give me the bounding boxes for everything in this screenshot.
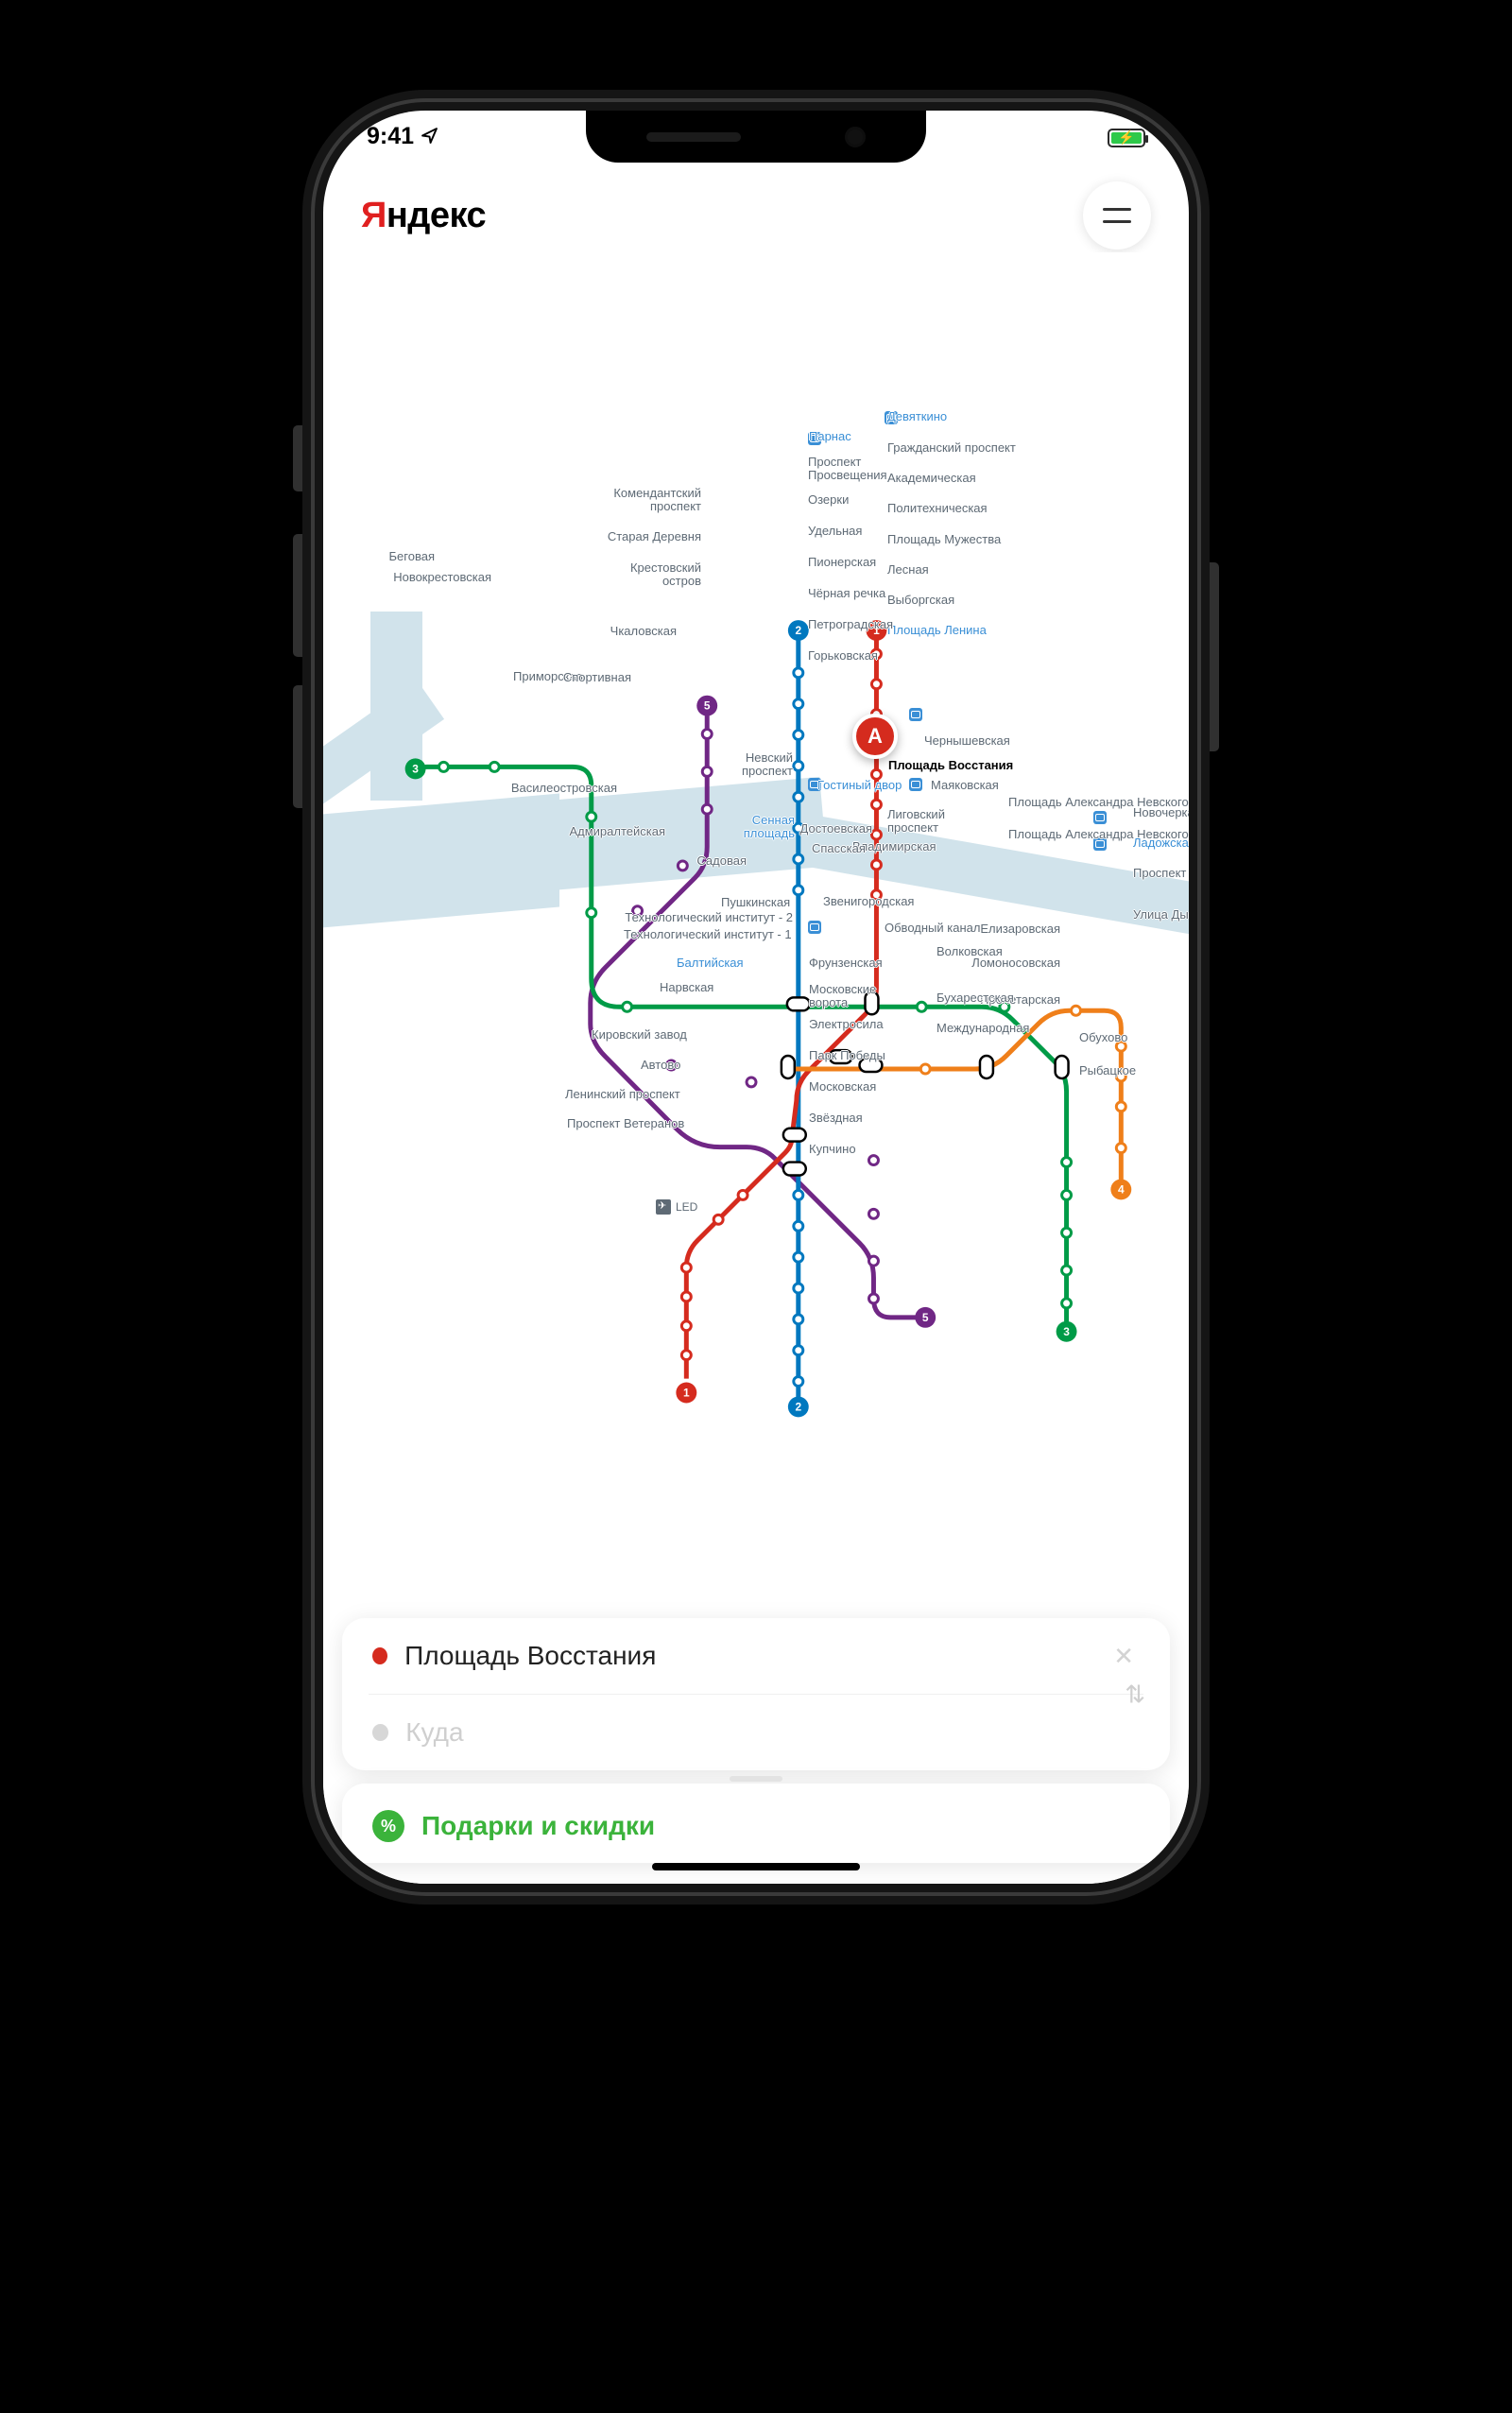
station-label[interactable]: Площадь Ленина <box>887 624 987 637</box>
battery-icon <box>1108 129 1145 147</box>
station-label[interactable]: Старая Деревня <box>608 530 701 543</box>
station-label[interactable]: Технологический институт - 2 <box>625 911 793 924</box>
percent-icon: % <box>372 1810 404 1842</box>
station-label[interactable]: Московские ворота <box>809 983 885 1010</box>
swap-button[interactable]: ⇅ <box>1125 1680 1145 1709</box>
station-label[interactable]: Чернышевская <box>924 734 1010 748</box>
station-label[interactable]: Звенигородская <box>823 895 914 908</box>
station-label[interactable]: Невский проспект <box>736 751 793 779</box>
phone-screen: 9:41 Яндекс <box>323 111 1189 1884</box>
station-label-selected[interactable]: Площадь Восстания <box>888 759 1013 772</box>
svg-text:3: 3 <box>412 762 419 775</box>
station-label[interactable]: Парнас <box>809 430 851 443</box>
home-indicator[interactable] <box>652 1863 860 1870</box>
route-card: ✕ ⇅ <box>342 1618 1170 1770</box>
station-label[interactable]: Пушкинская <box>721 896 790 909</box>
svg-text:5: 5 <box>704 699 711 713</box>
station-label[interactable]: Маяковская <box>931 779 999 792</box>
station-label[interactable]: Чёрная речка <box>808 587 885 600</box>
clear-button[interactable]: ✕ <box>1108 1642 1140 1671</box>
svg-text:3: 3 <box>1063 1325 1070 1338</box>
station-label[interactable]: Новочеркасская <box>1133 806 1189 819</box>
station-label[interactable]: Выборгская <box>887 594 954 607</box>
svg-text:2: 2 <box>795 1400 801 1413</box>
station-label[interactable]: Достоевская <box>800 822 872 836</box>
phone-notch <box>586 111 926 163</box>
airport-label: LED <box>656 1199 697 1215</box>
station-label[interactable]: Обводный канал <box>885 922 980 935</box>
station-label[interactable]: Фрунзенская <box>809 957 883 970</box>
station-label[interactable]: Рыбацкое <box>1079 1064 1136 1077</box>
station-label[interactable]: Проспект Бо <box>1133 867 1189 880</box>
app-header: Яндекс <box>323 181 1189 250</box>
to-input[interactable] <box>405 1717 1140 1748</box>
station-label[interactable]: Елизаровская <box>980 922 1060 936</box>
station-label[interactable]: Московская <box>809 1080 876 1094</box>
route-row-to[interactable] <box>369 1694 1143 1770</box>
station-label[interactable]: Чкаловская <box>610 625 677 638</box>
station-label[interactable]: Лиговский проспект <box>887 808 954 836</box>
station-label[interactable]: Лесная <box>887 563 929 577</box>
station-label[interactable]: Купчино <box>809 1143 856 1156</box>
station-label[interactable]: Спасская <box>812 842 866 855</box>
station-label[interactable]: Спортивная <box>563 671 631 684</box>
station-label[interactable]: Автово <box>641 1059 680 1072</box>
station-label[interactable]: Садовая <box>696 854 747 868</box>
station-label[interactable]: Пионерская <box>808 556 876 569</box>
station-label[interactable]: Проспект Просвещения <box>808 456 884 483</box>
station-label[interactable]: Волковская <box>936 945 1003 958</box>
station-label[interactable]: Адмиралтейская <box>569 825 665 838</box>
location-icon <box>421 123 438 150</box>
station-label[interactable]: Улица Дыбен <box>1133 908 1189 922</box>
svg-text:1: 1 <box>683 1386 690 1399</box>
station-label[interactable]: Политехническая <box>887 502 988 515</box>
station-label[interactable]: Проспект Ветеранов <box>567 1117 684 1130</box>
station-label[interactable]: Международная <box>936 1022 1029 1035</box>
svg-text:2: 2 <box>795 624 801 637</box>
station-label[interactable]: Гражданский проспект <box>887 441 1016 455</box>
station-label[interactable]: Обухово <box>1079 1031 1127 1044</box>
svg-text:4: 4 <box>1118 1182 1125 1196</box>
station-label[interactable]: Сенная площадь <box>738 814 795 841</box>
promo-label: Подарки и скидки <box>421 1811 655 1841</box>
station-label[interactable]: Девяткино <box>887 410 947 423</box>
station-label[interactable]: Удельная <box>808 525 862 538</box>
station-label[interactable]: Гостиный двор <box>817 779 902 792</box>
station-label[interactable]: Ладожская <box>1133 836 1189 850</box>
station-label[interactable]: Технологический институт - 1 <box>624 928 792 941</box>
marker-from[interactable]: А <box>852 714 898 759</box>
sheet-handle[interactable] <box>730 1776 782 1782</box>
station-label[interactable]: Горьковская <box>808 649 878 663</box>
bottom-sheet: ✕ ⇅ % Подарки и скидки <box>342 1618 1170 1863</box>
line-dot-icon <box>372 1647 387 1664</box>
station-label[interactable]: Крестовский остров <box>626 561 701 589</box>
station-label[interactable]: Бухарестская <box>936 991 1014 1005</box>
station-label[interactable]: Новокрестовская <box>393 571 491 584</box>
station-label[interactable]: Петроградская <box>808 618 893 631</box>
station-label[interactable]: Нарвская <box>660 981 713 994</box>
station-label[interactable]: Беговая <box>389 550 435 563</box>
station-label[interactable]: Электросила <box>809 1018 884 1031</box>
app-logo[interactable]: Яндекс <box>361 196 486 236</box>
svg-text:5: 5 <box>922 1311 929 1324</box>
promo-card[interactable]: % Подарки и скидки <box>342 1784 1170 1863</box>
station-label[interactable]: Площадь Мужества <box>887 533 1001 546</box>
station-label[interactable]: Кировский завод <box>592 1028 687 1042</box>
station-label[interactable]: Озерки <box>808 493 849 507</box>
menu-button[interactable] <box>1083 181 1151 250</box>
status-time: 9:41 <box>367 123 414 150</box>
station-label[interactable]: Балтийская <box>677 957 744 970</box>
station-label[interactable]: Звёздная <box>809 1112 863 1125</box>
route-row-from[interactable]: ✕ <box>369 1618 1143 1694</box>
station-label[interactable]: Василеостровская <box>511 782 617 795</box>
from-input[interactable] <box>404 1641 1091 1671</box>
line-dot-icon <box>372 1724 388 1741</box>
station-label[interactable]: Ленинский проспект <box>565 1088 680 1101</box>
station-label[interactable]: Академическая <box>887 472 976 485</box>
station-label[interactable]: Парк Победы <box>809 1049 885 1062</box>
airport-icon <box>656 1199 671 1215</box>
station-label[interactable]: Комендантский проспект <box>607 487 701 514</box>
